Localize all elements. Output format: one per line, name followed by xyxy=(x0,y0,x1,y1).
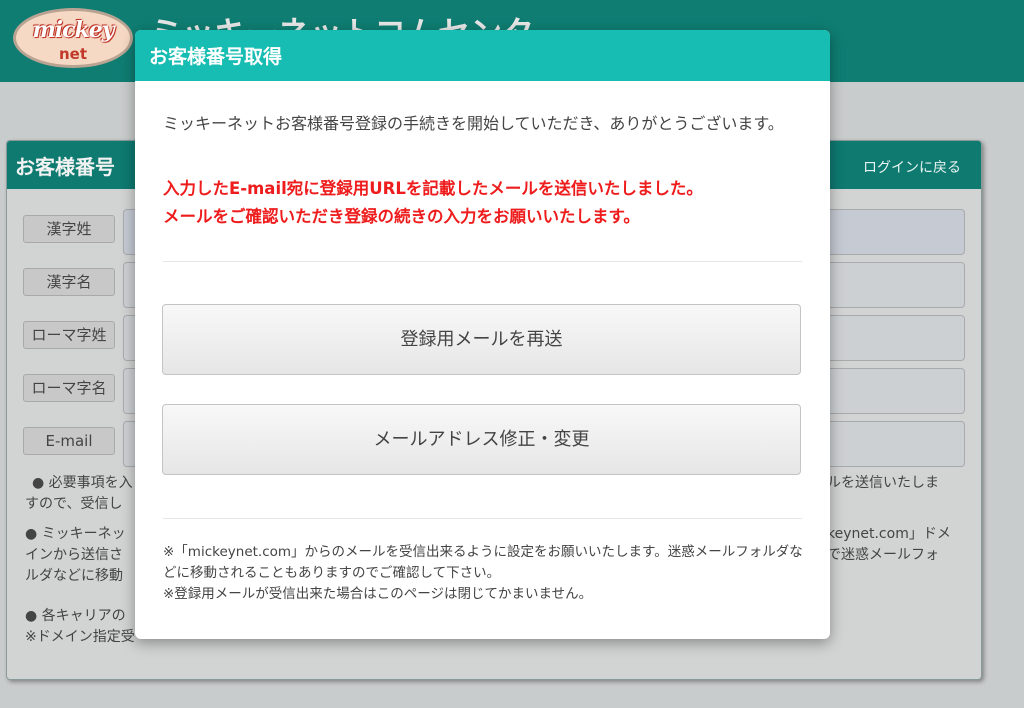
divider xyxy=(163,518,802,519)
dialog-title: お客様番号取得 xyxy=(149,46,283,68)
footnote-line-2: ※登録用メールが受信出来た場合はこのページは閉じてかまいません。 xyxy=(163,586,593,602)
footnote-line-1: ※「mickeynet.com」からのメールを受信出来るように設定をお願いいたし… xyxy=(163,544,803,581)
dialog-header: お客様番号取得 xyxy=(135,30,830,81)
alert-line-1: 入力したE-mail宛に登録用URLを記載したメールを送信いたしました。 xyxy=(163,179,703,198)
footnote: ※「mickeynet.com」からのメールを受信出来るように設定をお願いいたし… xyxy=(163,542,803,605)
resend-email-button[interactable]: 登録用メールを再送 xyxy=(162,304,801,375)
intro-message: ミッキーネットお客様番号登録の手続きを開始していただき、ありがとうございます。 xyxy=(163,114,784,133)
change-email-button[interactable]: メールアドレス修正・変更 xyxy=(162,404,801,475)
customer-number-dialog: お客様番号取得 ミッキーネットお客様番号登録の手続きを開始していただき、ありがと… xyxy=(135,30,830,639)
divider xyxy=(163,261,802,262)
alert-line-2: メールをご確認いただき登録の続きの入力をお願いいたします。 xyxy=(163,207,640,226)
email-sent-alert: 入力したE-mail宛に登録用URLを記載したメールを送信いたしました。 メール… xyxy=(163,175,803,231)
